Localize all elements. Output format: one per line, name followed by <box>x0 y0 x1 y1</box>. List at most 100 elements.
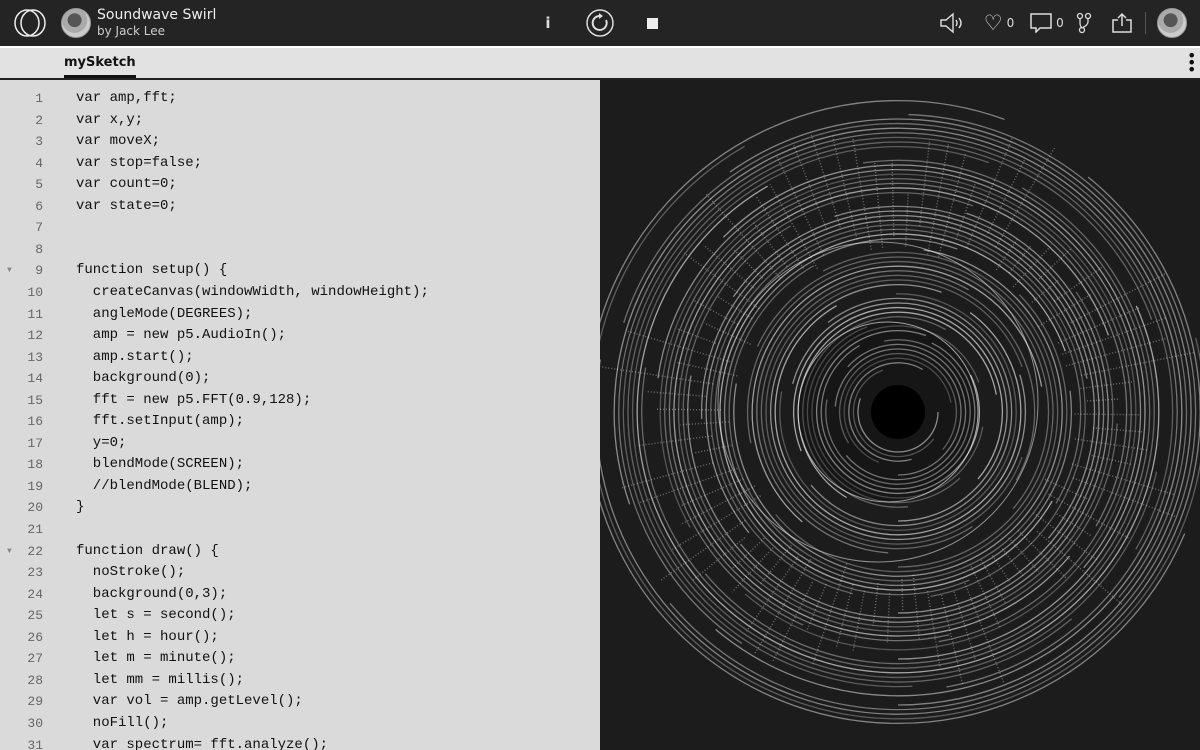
code-line[interactable]: 29 var vol = amp.getLevel(); <box>0 691 600 713</box>
code-text: var state=0; <box>76 196 177 218</box>
line-number: 14 <box>0 368 43 390</box>
code-line[interactable]: 26 let h = hour(); <box>0 627 600 649</box>
spectrum-ray <box>657 409 721 410</box>
code-line[interactable]: 31 var spectrum= fft.analyze(); <box>0 735 600 750</box>
comment-count: 0 <box>1056 16 1064 30</box>
line-number: 2 <box>0 110 43 132</box>
center-hole <box>871 385 925 439</box>
line-number: 10 <box>0 282 43 304</box>
line-number: 1 <box>0 88 43 110</box>
code-line[interactable]: 19 //blendMode(BLEND); <box>0 476 600 498</box>
line-number: 25 <box>0 605 43 627</box>
spectrum-ray <box>988 158 1026 233</box>
openprocessing-logo-icon[interactable] <box>13 8 47 38</box>
code-line[interactable]: 28 let mm = millis(); <box>0 670 600 692</box>
line-number: 23 <box>0 562 43 584</box>
like-button[interactable]: ♡ 0 <box>981 0 1017 46</box>
sketch-canvas[interactable] <box>600 80 1200 750</box>
code-line[interactable]: 16 fft.setInput(amp); <box>0 411 600 433</box>
code-line[interactable]: 7 <box>0 217 600 239</box>
line-number: 8 <box>0 239 43 261</box>
line-number: 27 <box>0 648 43 670</box>
code-line[interactable]: ▼ 22 function draw() { <box>0 541 600 563</box>
code-text: noStroke(); <box>76 562 185 584</box>
code-text: var spectrum= fft.analyze(); <box>76 735 328 750</box>
code-text: var x,y; <box>76 110 143 132</box>
code-text: background(0); <box>76 368 210 390</box>
line-number: 30 <box>0 713 43 735</box>
comments-button[interactable]: 0 <box>1029 0 1065 46</box>
code-text: y=0; <box>76 433 126 455</box>
code-line[interactable]: 4 var stop=false; <box>0 153 600 175</box>
info-button[interactable]: i <box>538 0 558 46</box>
spectrum-ray <box>640 468 738 502</box>
line-number: 6 <box>0 196 43 218</box>
user-avatar[interactable] <box>1157 8 1187 38</box>
share-icon <box>1111 12 1133 34</box>
code-text: let h = hour(); <box>76 627 219 649</box>
comment-icon <box>1030 13 1052 33</box>
code-text: fft = new p5.FFT(0.9,128); <box>76 390 311 412</box>
code-line[interactable]: 11 angleMode(DEGREES); <box>0 304 600 326</box>
like-count: 0 <box>1007 16 1015 30</box>
code-line[interactable]: 6 var state=0; <box>0 196 600 218</box>
code-text: createCanvas(windowWidth, windowHeight); <box>76 282 429 304</box>
code-line[interactable]: 25 let s = second(); <box>0 605 600 627</box>
tab-mysketch[interactable]: mySketch <box>64 55 136 78</box>
line-number: 12 <box>0 325 43 347</box>
fork-button[interactable] <box>1074 0 1094 46</box>
code-line[interactable]: 23 noStroke(); <box>0 562 600 584</box>
code-line[interactable]: 15 fft = new p5.FFT(0.9,128); <box>0 390 600 412</box>
spectrum-ray <box>992 556 1009 582</box>
code-text: function draw() { <box>76 541 219 563</box>
fork-icon <box>1076 12 1092 34</box>
code-line[interactable]: 30 noFill(); <box>0 713 600 735</box>
code-line[interactable]: 13 amp.start(); <box>0 347 600 369</box>
code-line[interactable]: 14 background(0); <box>0 368 600 390</box>
speaker-icon <box>939 12 965 34</box>
code-line[interactable]: 18 blendMode(SCREEN); <box>0 454 600 476</box>
author-avatar[interactable] <box>61 8 91 38</box>
code-text: amp = new p5.AudioIn(); <box>76 325 286 347</box>
line-number: 26 <box>0 627 43 649</box>
code-text: } <box>76 497 84 519</box>
code-text: amp.start(); <box>76 347 194 369</box>
code-line[interactable]: 17 y=0; <box>0 433 600 455</box>
share-button[interactable] <box>1110 0 1134 46</box>
code-line[interactable]: 20} <box>0 497 600 519</box>
spectrum-ray <box>1075 439 1149 450</box>
code-line[interactable]: 21 <box>0 519 600 541</box>
sketch-title: Soundwave Swirl <box>97 7 216 23</box>
more-options-icon[interactable]: • • • <box>1187 52 1195 73</box>
line-number: 4 <box>0 153 43 175</box>
stop-button[interactable] <box>642 0 662 46</box>
spectrum-ray <box>777 156 824 255</box>
code-line[interactable]: 8 <box>0 239 600 261</box>
line-number: 11 <box>0 304 43 326</box>
code-line[interactable]: 10 createCanvas(windowWidth, windowHeigh… <box>0 282 600 304</box>
code-line[interactable]: 27 let m = minute(); <box>0 648 600 670</box>
sound-button[interactable] <box>938 0 966 46</box>
spectrum-ray <box>661 520 746 580</box>
code-text: function setup() { <box>76 260 227 282</box>
line-number: 3 <box>0 131 43 153</box>
code-line[interactable]: ▼ 9 function setup() { <box>0 260 600 282</box>
code-line[interactable]: 5 var count=0; <box>0 174 600 196</box>
code-line[interactable]: 12 amp = new p5.AudioIn(); <box>0 325 600 347</box>
line-number: 18 <box>0 454 43 476</box>
spectrum-ray <box>873 583 878 625</box>
code-line[interactable]: 1 var amp,fft; <box>0 88 600 110</box>
code-line[interactable]: 24 background(0,3); <box>0 584 600 606</box>
line-number: 17 <box>0 433 43 455</box>
code-text: angleMode(DEGREES); <box>76 304 252 326</box>
line-number: 19 <box>0 476 43 498</box>
line-number: 15 <box>0 390 43 412</box>
sketch-author[interactable]: by Jack Lee <box>97 24 165 38</box>
code-line[interactable]: 3 var moveX; <box>0 131 600 153</box>
restart-button[interactable] <box>584 0 616 46</box>
line-number: 29 <box>0 691 43 713</box>
code-editor[interactable]: 1 var amp,fft; 2 var x,y; 3 var moveX; 4 var st… <box>0 80 600 750</box>
code-line[interactable]: 2 var x,y; <box>0 110 600 132</box>
code-text: //blendMode(BLEND); <box>76 476 252 498</box>
code-text: noFill(); <box>76 713 168 735</box>
